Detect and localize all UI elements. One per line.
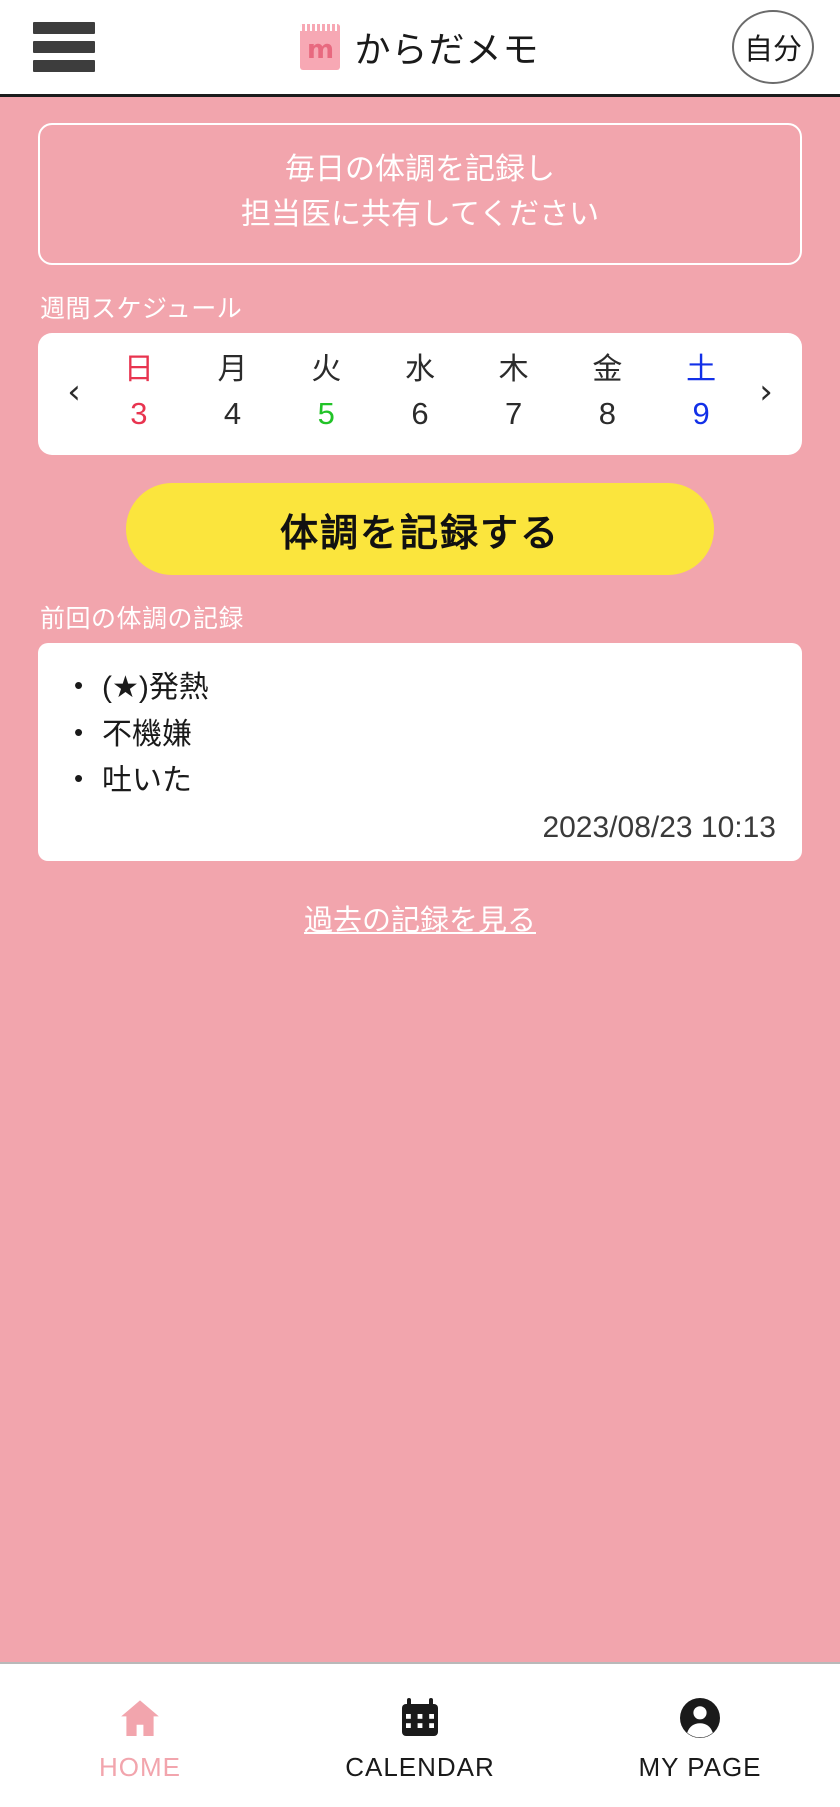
- week-day-8[interactable]: 金8: [581, 353, 633, 431]
- week-day-number: 5: [317, 396, 335, 431]
- week-day-3[interactable]: 日3: [113, 353, 165, 431]
- nav-label-home: HOME: [99, 1752, 181, 1782]
- week-day-name: 水: [404, 353, 435, 386]
- notice-line-1: 毎日の体調を記録し: [285, 153, 555, 186]
- last-record-card: (★)発熱不機嫌吐いた 2023/08/23 10:13: [38, 643, 802, 861]
- week-day-number: 4: [223, 396, 242, 431]
- nav-label-calendar: CALENDAR: [345, 1752, 495, 1782]
- logo-glyph: m: [306, 35, 335, 65]
- notice-line-2: 担当医に共有してください: [240, 198, 600, 231]
- prev-week-button[interactable]: ‹: [56, 372, 92, 412]
- week-day-name: 月: [217, 353, 248, 386]
- app-brand: m からだメモ: [300, 21, 539, 73]
- record-timestamp: 2023/08/23 10:13: [542, 810, 776, 844]
- week-day-name: 火: [311, 353, 342, 386]
- view-history-link[interactable]: 過去の記録を見る: [304, 897, 536, 939]
- history-link-container: 過去の記録を見る: [38, 897, 802, 939]
- hamburger-bar: [33, 22, 95, 34]
- home-icon: [114, 1694, 166, 1742]
- week-day-name: 土: [686, 353, 717, 386]
- person-icon: [676, 1694, 724, 1742]
- week-day-number: 6: [411, 396, 429, 431]
- week-day-6[interactable]: 水6: [394, 353, 446, 431]
- hamburger-bar: [33, 60, 95, 72]
- page-title: からだメモ: [354, 29, 540, 70]
- next-week-button[interactable]: ›: [748, 372, 784, 412]
- record-condition-button[interactable]: 体調を記録する: [126, 483, 714, 575]
- week-day-4[interactable]: 月4: [207, 353, 259, 431]
- week-day-name: 金: [592, 353, 623, 386]
- week-day-5[interactable]: 火5: [300, 353, 352, 431]
- nav-item-calendar[interactable]: CALENDAR: [280, 1664, 560, 1807]
- week-day-7[interactable]: 木7: [488, 353, 540, 431]
- notice-banner: 毎日の体調を記録し 担当医に共有してください: [38, 123, 802, 265]
- app-header: m からだメモ 自分: [0, 0, 840, 97]
- week-days-row: 日3月4火5水6木7金8土9: [92, 353, 748, 431]
- week-day-number: 9: [692, 396, 710, 431]
- bottom-navigation: HOME CALENDAR MY PAGE: [0, 1662, 840, 1807]
- hamburger-bar: [33, 41, 95, 53]
- weekly-schedule-label: 週間スケジュール: [40, 295, 243, 323]
- week-day-9[interactable]: 土9: [675, 353, 727, 431]
- hamburger-menu-icon[interactable]: [33, 22, 95, 72]
- notepad-logo-icon: m: [300, 24, 341, 70]
- week-day-name: 日: [123, 353, 154, 386]
- nav-item-home[interactable]: HOME: [0, 1664, 280, 1807]
- list-item: 吐いた: [64, 758, 776, 805]
- last-record-label: 前回の体調の記録: [40, 605, 245, 633]
- calendar-icon: [396, 1694, 444, 1742]
- profile-button[interactable]: 自分: [732, 10, 814, 84]
- list-item: 不機嫌: [64, 712, 776, 759]
- app-screen: m からだメモ 自分 毎日の体調を記録し 担当医に共有してください 週間スケジュ…: [0, 0, 840, 1807]
- week-day-number: 7: [505, 396, 523, 431]
- nav-label-my-page: MY PAGE: [638, 1752, 762, 1782]
- week-day-number: 3: [130, 396, 148, 431]
- week-day-number: 8: [598, 396, 616, 431]
- list-item: (★)発熱: [64, 665, 776, 712]
- main-content: 毎日の体調を記録し 担当医に共有してください 週間スケジュール ‹ 日3月4火5…: [0, 97, 840, 1662]
- week-day-name: 木: [498, 353, 529, 386]
- weekly-schedule-card: ‹ 日3月4火5水6木7金8土9 ›: [38, 333, 802, 455]
- nav-item-my-page[interactable]: MY PAGE: [560, 1664, 840, 1807]
- symptom-list: (★)発熱不機嫌吐いた: [64, 665, 776, 805]
